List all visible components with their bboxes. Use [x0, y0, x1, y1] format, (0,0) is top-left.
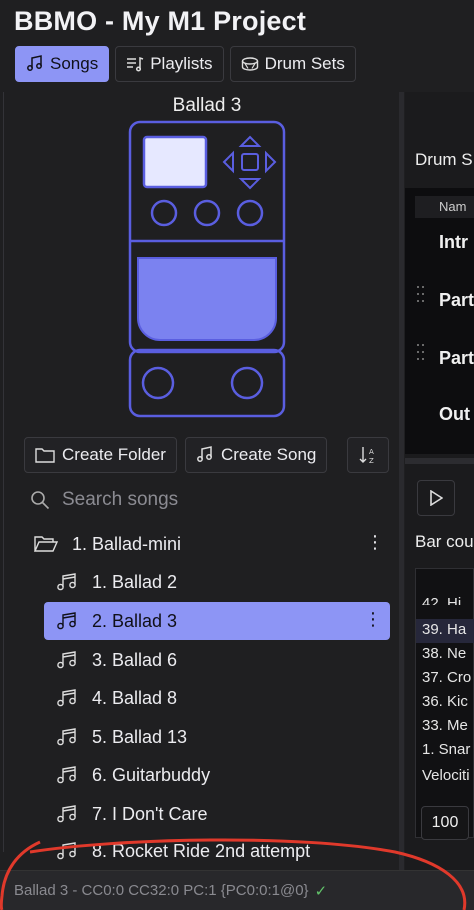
music-note-icon: [57, 766, 76, 784]
music-note-icon: [57, 689, 76, 707]
search-icon: [31, 491, 50, 510]
instrument-item[interactable]: 38. Ne: [422, 645, 466, 662]
create-song-button[interactable]: Create Song: [184, 437, 328, 473]
list-item[interactable]: 5. Ballad 13: [44, 718, 390, 756]
instrument-item[interactable]: 42. Hi: [422, 595, 461, 605]
playlist-icon: [127, 56, 144, 72]
list-item[interactable]: 4. Ballad 8: [44, 679, 390, 717]
folder-label: 1. Ballad-mini: [72, 533, 182, 554]
list-item[interactable]: 8. Rocket Ride 2nd attempt: [44, 834, 390, 868]
panel-splitter[interactable]: [405, 458, 474, 464]
pedal-song-name: Ballad 3: [172, 95, 242, 116]
instrument-item[interactable]: 1. Snar: [422, 741, 470, 758]
part-row[interactable]: Part: [439, 348, 474, 369]
play-button[interactable]: [417, 480, 455, 516]
create-folder-button[interactable]: Create Folder: [24, 437, 177, 473]
tab-playlists-label: Playlists: [150, 54, 213, 73]
part-row[interactable]: Out: [439, 404, 470, 425]
song-label: 8. Rocket Ride 2nd attempt: [92, 840, 311, 861]
instrument-item[interactable]: 33. Me: [422, 717, 468, 734]
list-item[interactable]: 7. I Don't Care: [44, 795, 390, 833]
list-item[interactable]: 3. Ballad 6: [44, 641, 390, 679]
tab-playlists[interactable]: Playlists: [115, 46, 224, 82]
tab-songs[interactable]: Songs: [15, 46, 110, 82]
drag-handle-icon[interactable]: [417, 342, 425, 366]
status-bar: Ballad 3 - CC0:0 CC32:0 PC:1 {PC0:0:1@0}…: [0, 870, 474, 910]
svg-text:Z: Z: [369, 457, 374, 465]
left-edge-divider: [3, 92, 4, 852]
search-bar: [30, 484, 390, 516]
music-note-icon: [57, 728, 76, 746]
drag-handle-icon[interactable]: [417, 284, 425, 308]
instrument-item[interactable]: 37. Cro: [422, 669, 471, 686]
song-actions: Create Folder Create Song: [24, 437, 328, 473]
song-label: 6. Guitarbuddy: [92, 764, 211, 785]
check-icon: ✓: [314, 882, 328, 900]
parts-table-header: Nam: [415, 196, 474, 218]
music-note-icon: [57, 805, 76, 823]
folder-open-icon: [34, 536, 58, 552]
velocity-label: Velociti: [422, 767, 470, 784]
sort-button[interactable]: AZ: [347, 437, 389, 473]
song-label: 7. I Don't Care: [92, 803, 208, 824]
song-label: 1. Ballad 2: [92, 571, 178, 592]
search-input[interactable]: [60, 488, 364, 512]
drum-icon: [241, 57, 258, 71]
music-note-icon: [57, 612, 76, 630]
list-item[interactable]: 6. Guitarbuddy: [44, 756, 390, 794]
svg-text:A: A: [369, 448, 374, 456]
instrument-item[interactable]: 36. Kic: [422, 693, 468, 710]
velocity-input[interactable]: 100: [421, 806, 469, 840]
song-label: 3. Ballad 6: [92, 649, 178, 670]
sort-az-icon: AZ: [359, 447, 374, 465]
status-text: Ballad 3 - CC0:0 CC32:0 PC:1 {PC0:0:1@0}: [14, 882, 309, 899]
music-note-icon: [57, 651, 76, 669]
music-note-icon: [27, 55, 42, 71]
create-folder-label: Create Folder: [62, 445, 166, 464]
song-label: 2. Ballad 3: [92, 610, 178, 631]
instrument-list: 42. Hi 39. Ha 38. Ne 37. Cro 36. Kic 33.…: [415, 568, 474, 838]
folder-item[interactable]: 1. Ballad-mini ⋮: [34, 525, 392, 563]
tab-drum-sets-label: Drum Sets: [264, 54, 345, 73]
app-title: BBMO - My M1 Project: [14, 6, 307, 36]
tab-drum-sets[interactable]: Drum Sets: [229, 46, 356, 82]
music-note-icon: [57, 573, 76, 591]
song-label: 5. Ballad 13: [92, 726, 188, 747]
create-song-label: Create Song: [220, 445, 317, 464]
list-item-selected[interactable]: 2. Ballad 3 ⋮: [44, 602, 390, 640]
main-tabs: Songs Playlists Drum Sets: [15, 46, 356, 82]
pedal-illustration: [128, 120, 286, 418]
more-vertical-icon[interactable]: ⋮: [364, 610, 382, 628]
part-row[interactable]: Part: [439, 290, 474, 311]
tab-songs-label: Songs: [50, 54, 99, 73]
drum-section-title: Drum S: [415, 150, 473, 169]
music-note-icon: [57, 842, 76, 860]
play-icon: [430, 490, 443, 506]
song-label: 4. Ballad 8: [92, 687, 178, 708]
more-vertical-icon[interactable]: ⋮: [366, 533, 384, 551]
list-item[interactable]: 1. Ballad 2: [44, 563, 390, 601]
part-row[interactable]: Intr: [439, 232, 468, 253]
bar-count-label: Bar cou: [415, 532, 474, 551]
instrument-item[interactable]: 39. Ha: [422, 621, 466, 638]
music-note-icon: [196, 446, 212, 462]
panel-scrollbar[interactable]: [399, 92, 404, 870]
folder-icon: [35, 448, 55, 463]
right-panel: Drum S Nam Intr Part Part Out Bar cou 42…: [405, 92, 474, 870]
